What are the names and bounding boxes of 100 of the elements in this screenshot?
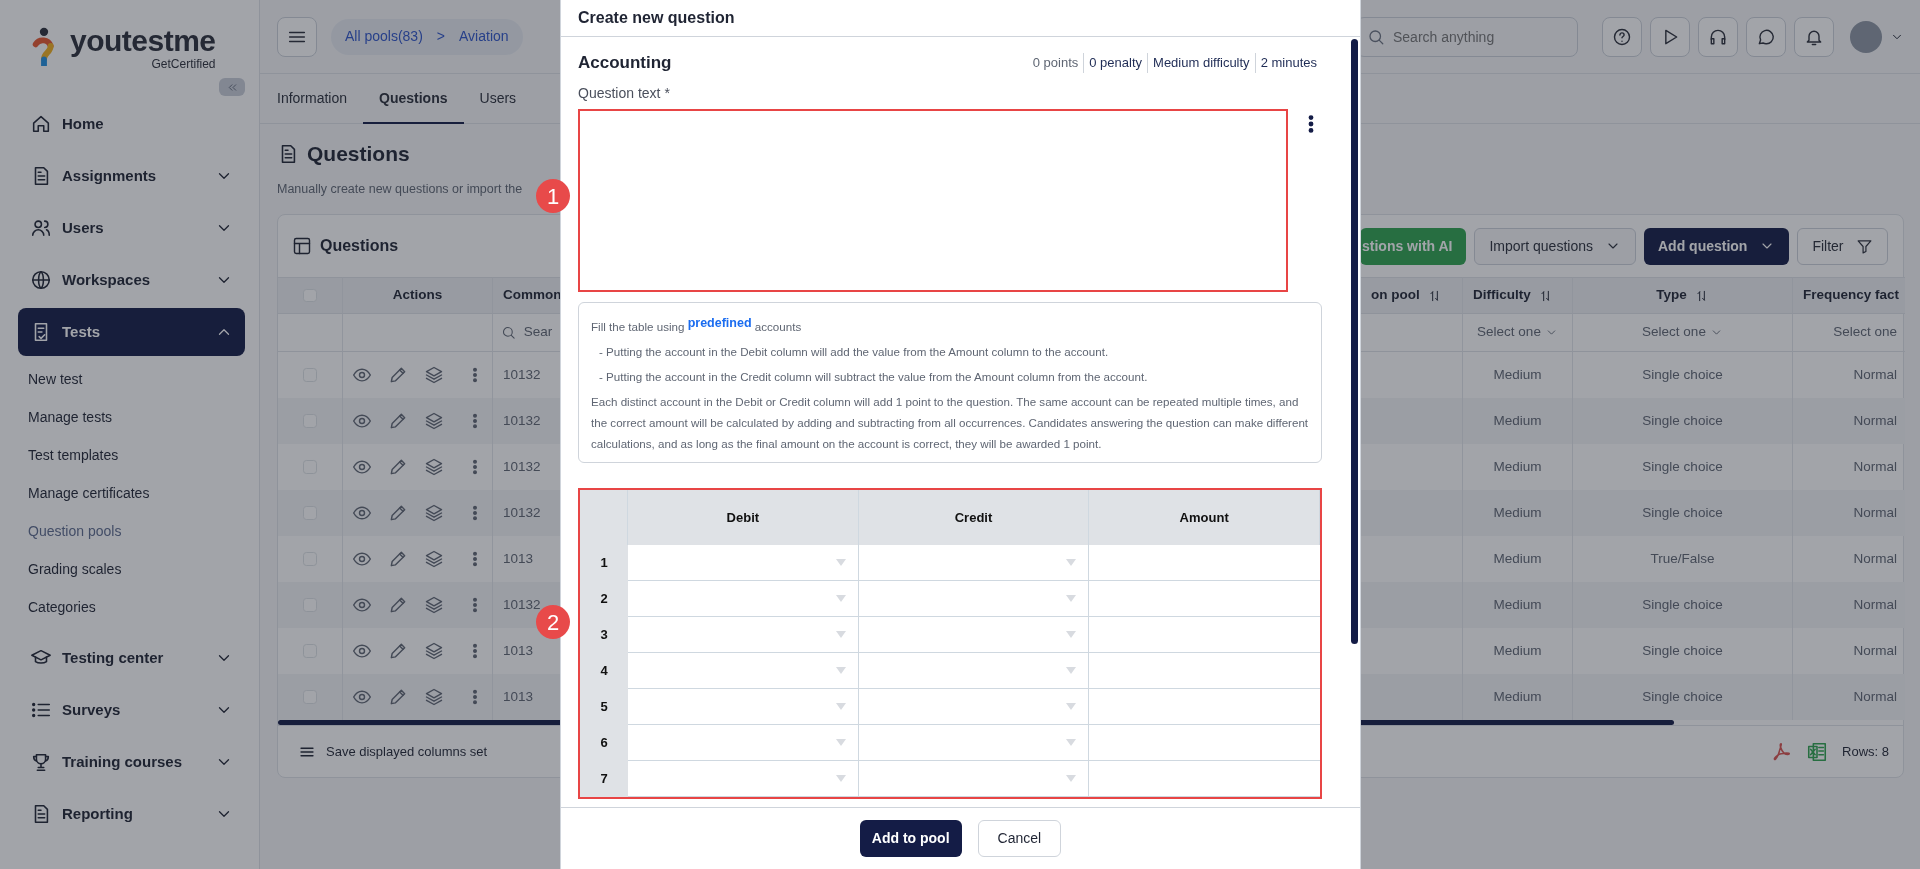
caret-icon <box>835 703 846 710</box>
column-header[interactable]: Difficulty <box>1463 277 1573 314</box>
dropdown-field[interactable] <box>858 761 1090 797</box>
column-header[interactable]: on pool <box>1361 277 1463 314</box>
layers-icon[interactable] <box>423 687 444 707</box>
caret-icon <box>1066 631 1077 638</box>
sidebar-item[interactable]: Testing center <box>18 634 245 682</box>
layers-icon[interactable] <box>423 503 444 523</box>
dropdown-field[interactable] <box>858 689 1090 725</box>
row-number: 1 <box>580 545 628 581</box>
table-cell-text: Normal <box>1852 641 1898 660</box>
sidebar-item[interactable]: Tests <box>18 308 245 356</box>
breadcrumb-link[interactable]: All pools(83) <box>345 26 423 47</box>
dropdown-field[interactable] <box>858 653 1090 689</box>
column-header[interactable]: Type <box>1573 277 1793 314</box>
question-title: Accounting <box>578 52 672 74</box>
modal-title: Create new question <box>561 0 1360 37</box>
chat-button[interactable] <box>1746 16 1786 57</box>
support-button[interactable] <box>1698 16 1738 57</box>
sidebar-item[interactable]: Reporting <box>18 790 245 838</box>
instruction-text: Each distinct account in the Debit or Credit column will add 1 point to the question. The same account can be repeated multiple times, and the correct amount will be calculated by adding and subtracting from all occurrences. Candidates answering the question can make different calculations, and as long as the final amount on the account is correct, they will be awarded 1 point. <box>591 394 1309 452</box>
column-header[interactable]: Common <box>493 277 561 314</box>
select-filter-field[interactable]: Select one <box>1477 322 1558 343</box>
table-cell: 10132 <box>493 490 561 536</box>
table-icon <box>292 236 312 256</box>
sidebar-subitem[interactable]: Manage certificates <box>28 474 150 512</box>
sidebar-subitem[interactable]: Question pools <box>28 512 122 550</box>
column-header[interactable]: Frequency fact <box>1793 277 1905 314</box>
search-icon <box>1367 27 1385 46</box>
dropdown-field[interactable] <box>858 617 1090 653</box>
layers-icon[interactable] <box>423 641 444 661</box>
sidebar-item[interactable]: Home <box>18 100 245 148</box>
sidebar-subitem[interactable]: Manage tests <box>28 398 113 436</box>
sidebar-subitem[interactable]: Categories <box>28 588 96 626</box>
cancel-button[interactable]: Cancel <box>977 820 1062 857</box>
filter-button[interactable]: Filter <box>1797 227 1888 265</box>
predefined-link[interactable]: predefined <box>687 316 752 330</box>
import-questions-button[interactable]: Import questions <box>1474 227 1636 265</box>
table-cell: Normal <box>1793 398 1905 444</box>
column-header[interactable]: Actions <box>343 277 493 314</box>
sidebar-subitem[interactable]: Test templates <box>28 436 119 474</box>
table-cell: 1013 <box>493 674 561 720</box>
question-meta: 0 points <box>1031 54 1080 73</box>
dropdown-field[interactable] <box>628 761 859 797</box>
table-cell-text: Normal <box>1852 549 1898 568</box>
add-question-button[interactable]: Add question <box>1644 227 1790 265</box>
dropdown-field[interactable] <box>628 545 859 581</box>
column-header: Credit <box>858 490 1090 545</box>
dropdown-field[interactable] <box>858 725 1090 761</box>
sidebar-subitem[interactable]: Grading scales <box>28 550 122 588</box>
collapse-sidebar-button[interactable] <box>219 78 245 96</box>
tab[interactable]: Users <box>463 74 533 124</box>
select-filter-field[interactable]: Select one <box>1833 322 1897 343</box>
notifications-button[interactable] <box>1794 16 1834 57</box>
select-filter-field[interactable]: Select one <box>1642 322 1723 343</box>
search-icon <box>500 325 516 340</box>
breadcrumb-link[interactable]: Aviation <box>459 26 509 47</box>
sidebar-item[interactable]: Workspaces <box>18 256 245 304</box>
question-text-field[interactable] <box>578 109 1288 292</box>
menu-button[interactable] <box>277 16 317 57</box>
layers-icon[interactable] <box>423 365 444 385</box>
sidebar-item[interactable]: Surveys <box>18 686 245 734</box>
save-columns-button[interactable]: Save displayed columns set <box>292 741 494 762</box>
tab[interactable]: Questions <box>363 74 464 124</box>
help-button[interactable] <box>1602 16 1642 57</box>
row-number: 5 <box>580 689 628 725</box>
search-filter-field[interactable]: Sear <box>500 322 553 343</box>
logo-text: youtestme <box>70 26 216 56</box>
add-to-pool-button[interactable]: Add to pool <box>859 820 962 857</box>
caret-icon <box>835 631 846 638</box>
play-button[interactable] <box>1650 16 1690 57</box>
dropdown-field[interactable] <box>858 545 1090 581</box>
layers-icon[interactable] <box>423 595 444 615</box>
caret-icon <box>1066 559 1077 566</box>
dropdown-field[interactable] <box>858 581 1090 617</box>
layers-icon[interactable] <box>423 411 444 431</box>
dropdown-field[interactable] <box>628 617 859 653</box>
dropdown-field[interactable] <box>628 689 859 725</box>
dropdown-field[interactable] <box>628 653 859 689</box>
spreadsheet-icon[interactable] <box>1806 740 1829 763</box>
sidebar-subitem[interactable]: New test <box>28 360 83 398</box>
layers-icon[interactable] <box>423 457 444 477</box>
card-title: Questions <box>320 236 399 256</box>
caret-icon <box>1066 739 1077 746</box>
layers-icon[interactable] <box>423 549 444 569</box>
table-header-corner <box>580 490 628 545</box>
avatar[interactable] <box>1850 20 1882 53</box>
caret-icon <box>835 595 846 602</box>
sidebar-item[interactable]: Assignments <box>18 152 245 200</box>
table-cell: Medium <box>1463 490 1573 536</box>
tab[interactable]: Information <box>277 74 364 124</box>
table-cell-text: Normal <box>1852 365 1898 384</box>
sidebar-item[interactable]: Users <box>18 204 245 252</box>
dropdown-field[interactable] <box>628 725 859 761</box>
caret-icon <box>835 739 846 746</box>
table-cell: 10132 <box>493 398 561 444</box>
scrollbar-thumb[interactable] <box>1351 39 1358 644</box>
sidebar-item[interactable]: Training courses <box>18 738 245 786</box>
dropdown-field[interactable] <box>628 581 859 617</box>
table-cell: Medium <box>1463 674 1573 720</box>
